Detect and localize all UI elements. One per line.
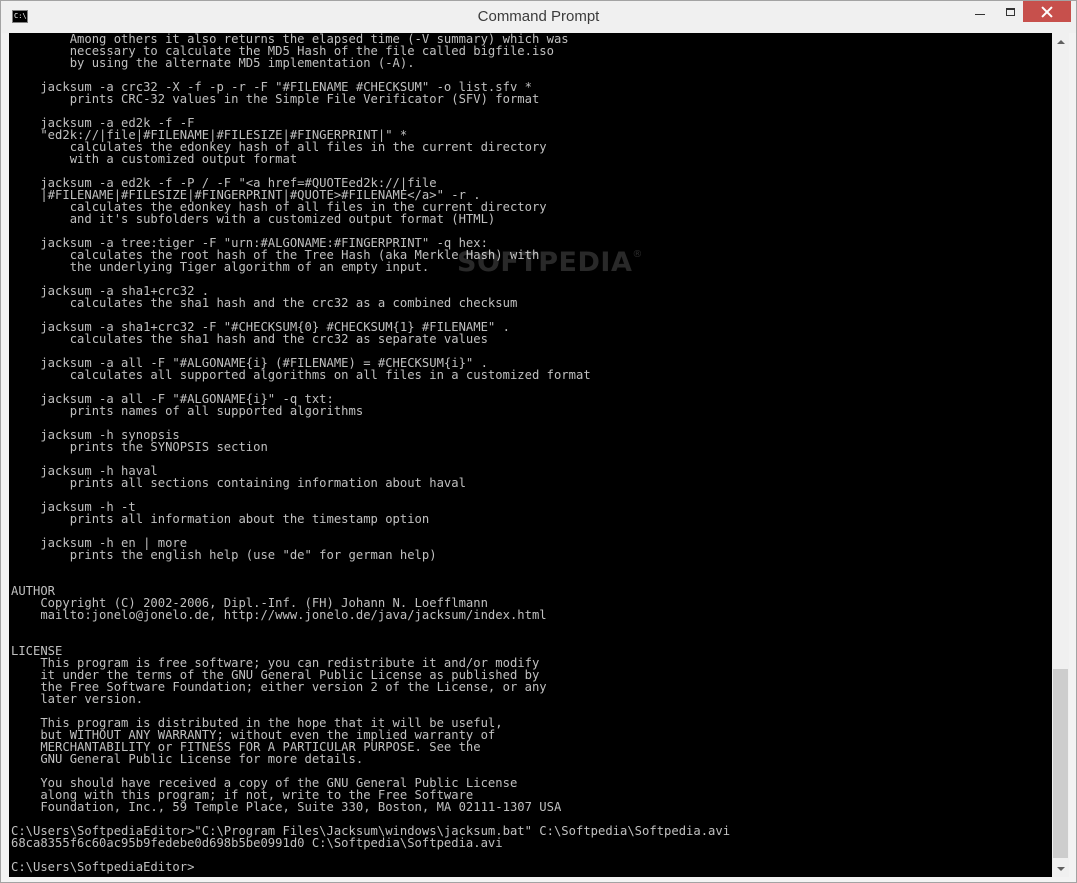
command-prompt-app-icon[interactable]: C:\ bbox=[12, 10, 28, 23]
maximize-button[interactable] bbox=[996, 1, 1024, 22]
scroll-up-button[interactable] bbox=[1052, 33, 1069, 50]
command-prompt-window: C:\ Command Prompt Among others it also … bbox=[0, 0, 1077, 883]
scroll-up-arrow-icon bbox=[1056, 39, 1065, 44]
scroll-down-button[interactable] bbox=[1052, 860, 1069, 877]
scroll-down-arrow-icon bbox=[1056, 866, 1065, 871]
minimize-icon bbox=[975, 14, 985, 15]
scroll-thumb[interactable] bbox=[1053, 669, 1068, 858]
window-title: Command Prompt bbox=[477, 8, 600, 25]
vertical-scrollbar[interactable] bbox=[1052, 33, 1069, 877]
close-icon bbox=[1041, 6, 1053, 18]
title-bar[interactable]: C:\ Command Prompt bbox=[1, 1, 1076, 33]
close-button[interactable] bbox=[1023, 1, 1071, 22]
app-icon-text: C:\ bbox=[14, 12, 27, 20]
maximize-icon bbox=[1005, 7, 1015, 16]
console-text[interactable]: Among others it also returns the elapsed… bbox=[11, 33, 730, 873]
minimize-button[interactable] bbox=[966, 1, 994, 22]
console-output-area[interactable]: Among others it also returns the elapsed… bbox=[9, 33, 1052, 877]
